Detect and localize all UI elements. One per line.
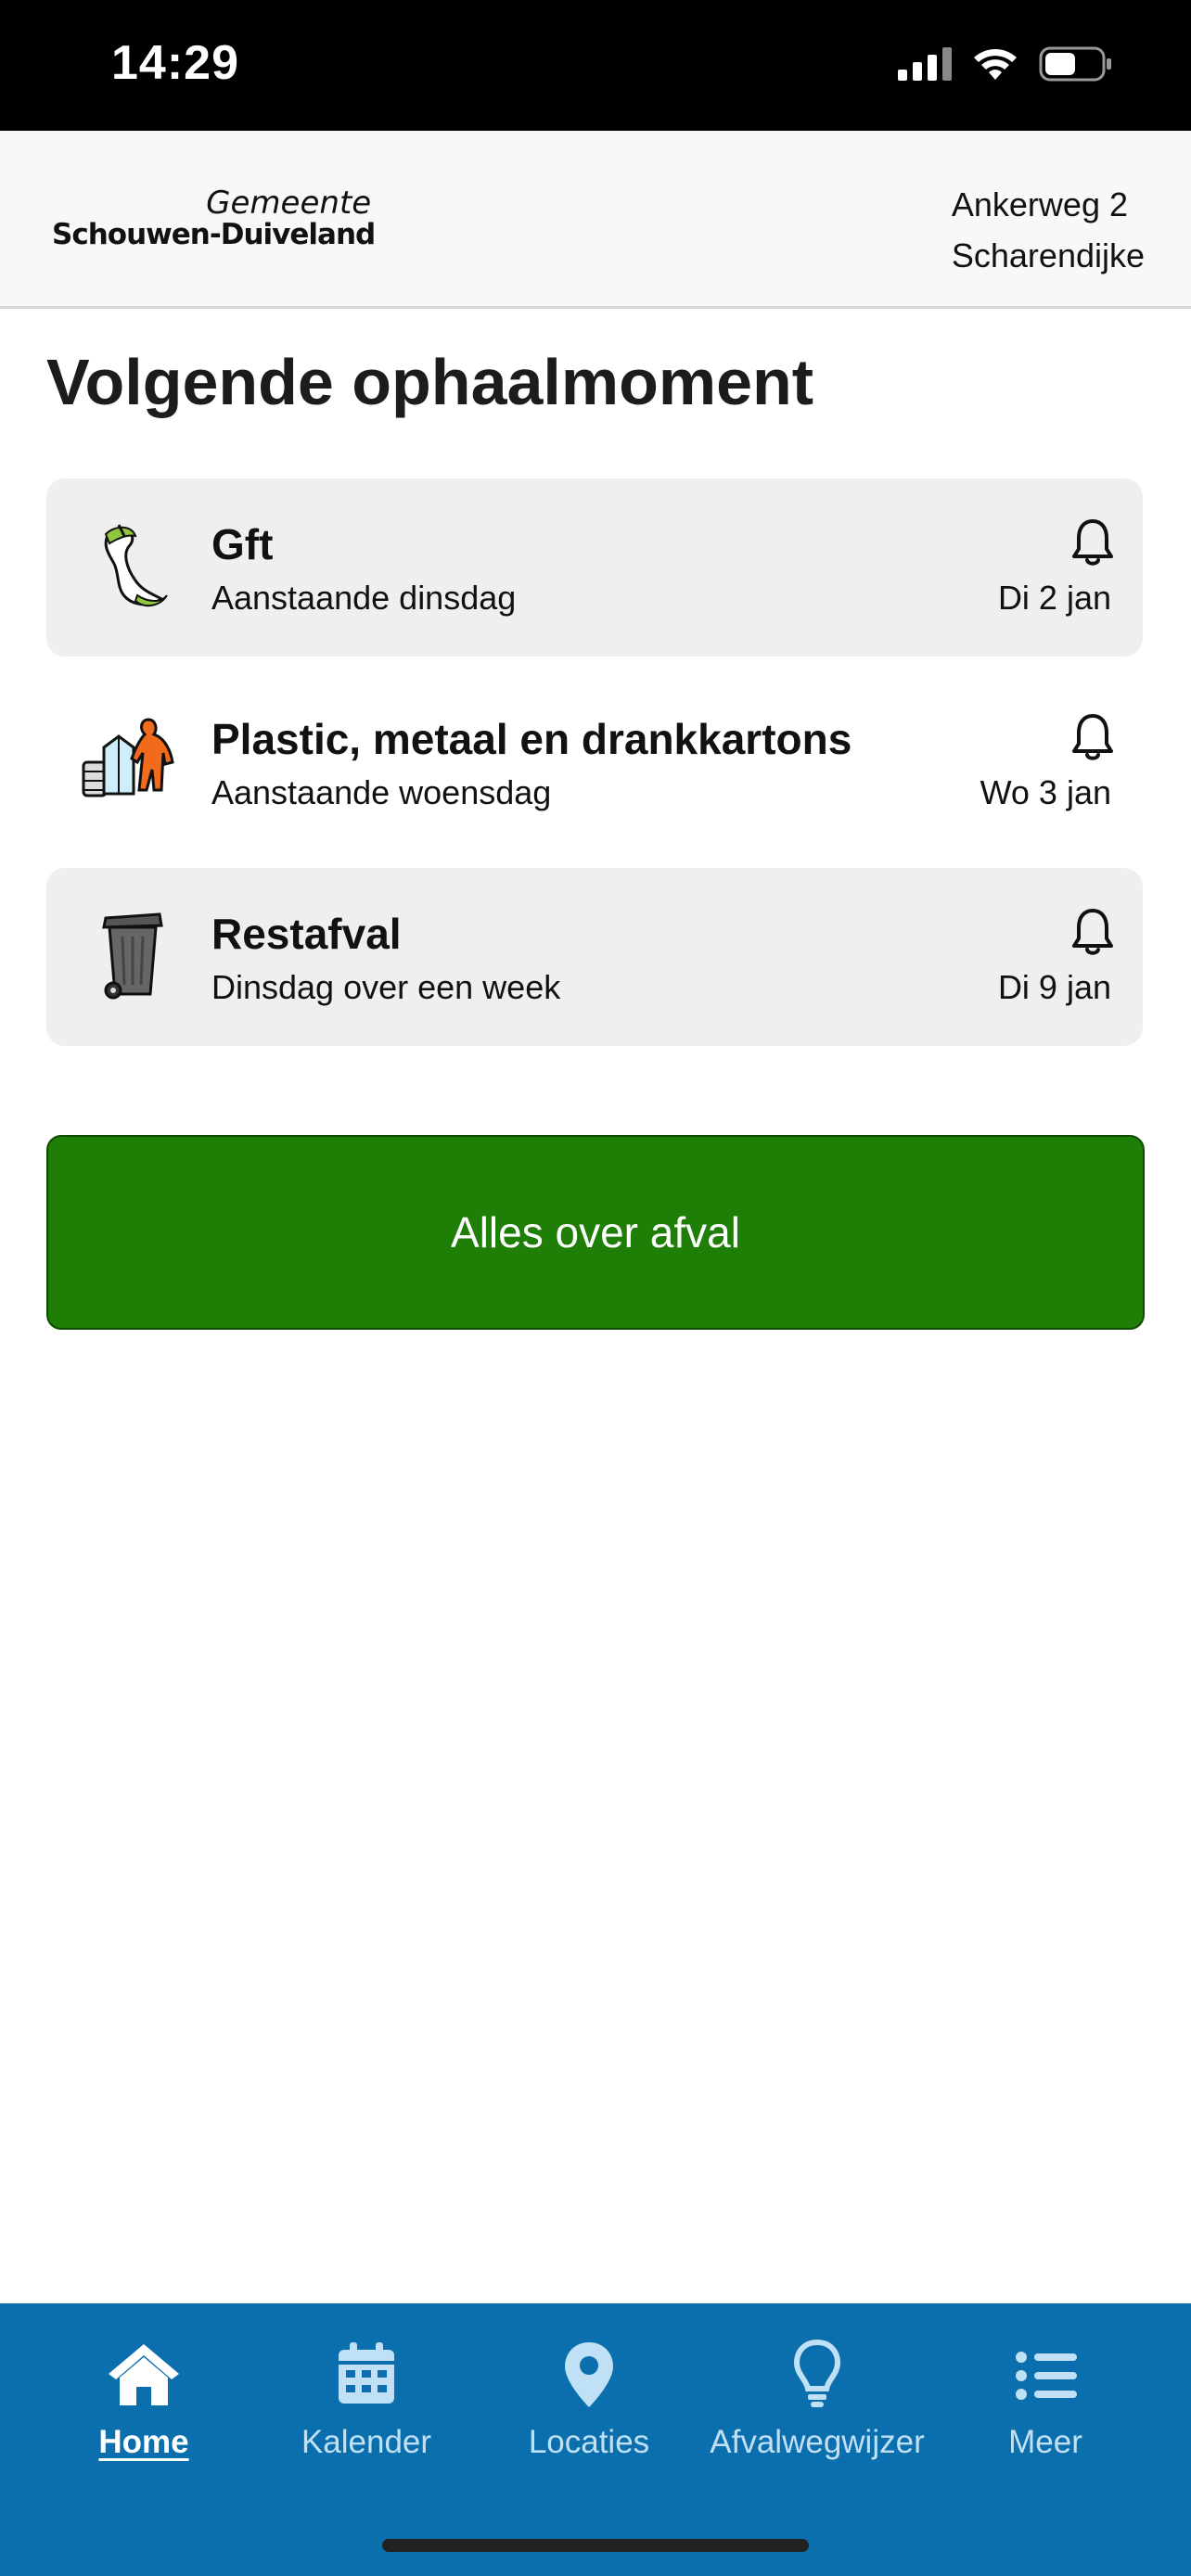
tab-locaties[interactable]: Locaties [478, 2337, 700, 2461]
tab-label: Meer [1008, 2424, 1082, 2460]
tab-home[interactable]: Home [32, 2337, 255, 2461]
calendar-icon [339, 2342, 394, 2404]
status-bar: 14:29 [0, 0, 1191, 131]
wheelie-bin-icon [102, 912, 163, 1000]
home-icon [109, 2344, 179, 2405]
tab-meer[interactable]: Meer [934, 2337, 1157, 2461]
bell-icon[interactable] [1070, 712, 1115, 762]
signal-icon [898, 47, 952, 81]
address-town: Scharendijke [951, 236, 1145, 274]
tab-label: Home [98, 2424, 189, 2460]
wifi-icon [974, 49, 1017, 80]
tab-label: Afvalwegwijzer [710, 2424, 925, 2460]
card-title: Plastic, metaal en drankkartons [211, 715, 852, 763]
status-icons [898, 46, 1113, 82]
home-indicator [382, 2539, 809, 2552]
pickup-card-restafval[interactable]: Restafval Dinsdag over een week Di 9 jan [46, 868, 1143, 1046]
pickup-card-pmd[interactable]: Plastic, metaal en drankkartons Aanstaan… [46, 673, 1143, 851]
list-icon [1016, 2352, 1077, 2400]
tab-label: Kalender [301, 2424, 432, 2460]
bell-icon[interactable] [1070, 907, 1115, 957]
tab-kalender[interactable]: Kalender [255, 2337, 478, 2461]
address-street: Ankerweg 2 [951, 185, 1128, 223]
page-title: Volgende ophaalmoment [46, 346, 814, 418]
pickup-card-gft[interactable]: Gft Aanstaande dinsdag Di 2 jan [46, 478, 1143, 657]
location-pin-icon [565, 2342, 613, 2407]
bell-icon[interactable] [1070, 517, 1115, 567]
card-date: Di 9 jan [997, 968, 1111, 1006]
app-header: Gemeente Schouwen-Duiveland Ankerweg 2 S… [0, 131, 1191, 309]
card-title: Gft [211, 520, 274, 568]
status-time: 14:29 [111, 36, 239, 90]
card-subtitle: Dinsdag over een week [211, 968, 561, 1006]
pmd-icon [82, 718, 174, 797]
tab-label: Locaties [528, 2424, 650, 2460]
card-date: Wo 3 jan [980, 773, 1111, 811]
tab-afvalwegwijzer[interactable]: Afvalwegwijzer [706, 2337, 928, 2461]
card-subtitle: Aanstaande dinsdag [211, 579, 517, 617]
battery-icon [1039, 46, 1111, 82]
logo-top-text: Gemeente [206, 185, 372, 222]
municipality-logo: Gemeente Schouwen-Duiveland [52, 185, 376, 251]
logo-bottom-text: Schouwen-Duiveland [52, 218, 376, 251]
card-subtitle: Aanstaande woensdag [211, 773, 552, 811]
lightbulb-icon [793, 2339, 841, 2407]
card-title: Restafval [211, 910, 402, 958]
tab-bar: Home Kalender Locaties Afvalwegwijzer Me… [0, 2303, 1191, 2576]
apple-core-icon [104, 524, 168, 607]
address-block[interactable]: Ankerweg 2 Scharendijke [952, 179, 1145, 281]
all-about-waste-button[interactable]: Alles over afval [46, 1135, 1145, 1330]
card-date: Di 2 jan [997, 579, 1111, 617]
